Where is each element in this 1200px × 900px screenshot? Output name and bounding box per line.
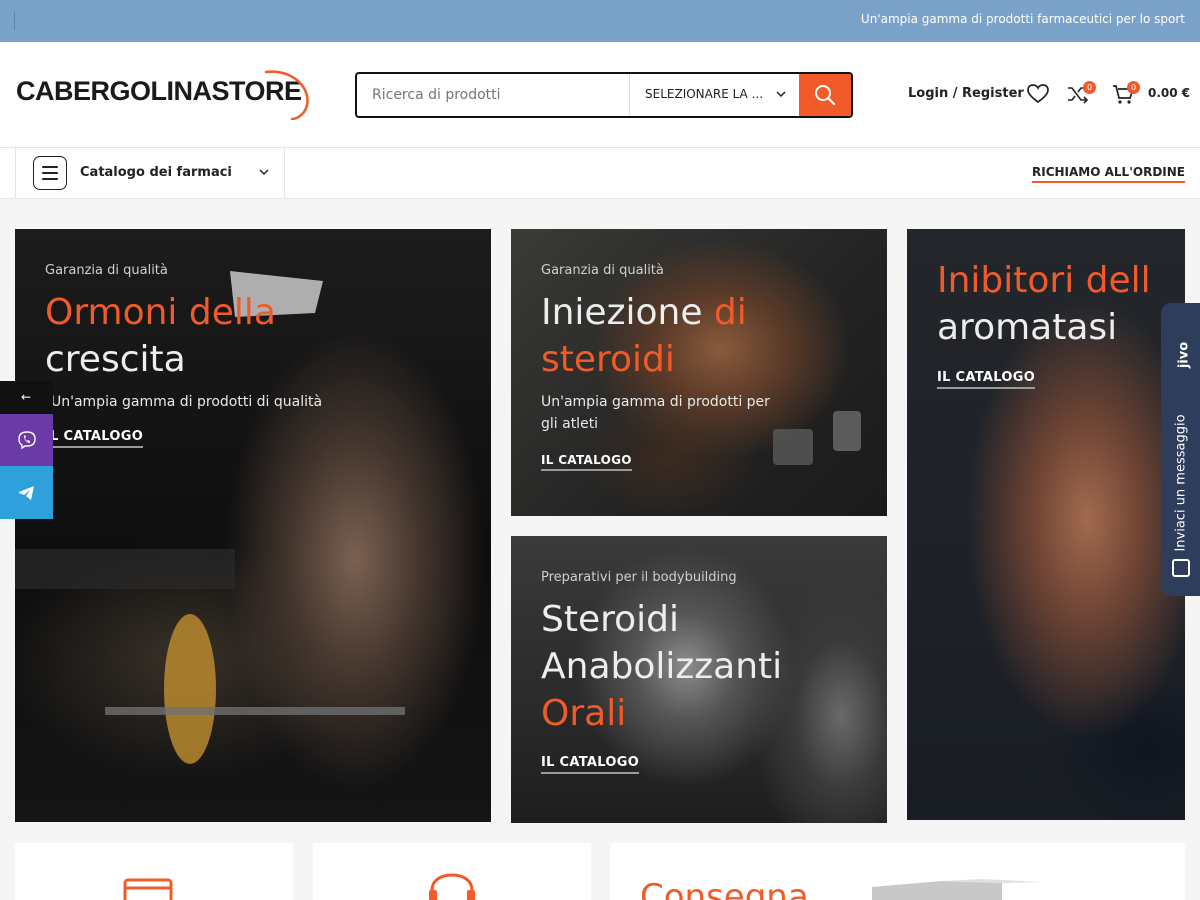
- banner-oral-steroids[interactable]: Preparativi per il bodybuilding Steroidi…: [511, 536, 887, 823]
- search-input[interactable]: [357, 74, 629, 116]
- arrow-left-icon: ←: [21, 390, 32, 404]
- jivo-brand-label: jivo: [1176, 341, 1192, 369]
- banner-growth-title-highlight: Ormoni della: [45, 292, 276, 333]
- site-logo[interactable]: CABERGOLINASTORE: [16, 64, 312, 120]
- banner-injection-desc: Un'ampia gamma di prodotti per gli atlet…: [541, 391, 770, 435]
- search-form: SELEZIONARE LA ...: [355, 72, 853, 118]
- banner-growth-hormones[interactable]: Garanzia di qualità Ormoni della crescit…: [15, 229, 491, 822]
- banner-oral-title-line1: Steroidi: [541, 599, 680, 640]
- login-register-link[interactable]: Login / Register: [908, 86, 1024, 101]
- search-icon: [815, 85, 836, 106]
- banner-oral-title-highlight: Orali: [541, 693, 627, 734]
- card-icon: [123, 878, 173, 900]
- banner-aromatase-title: Inibitori dell aromatasi: [937, 257, 1151, 351]
- side-panel-toggle[interactable]: ←: [0, 381, 53, 414]
- heart-icon: [1027, 84, 1049, 104]
- headset-icon: [429, 873, 475, 900]
- banner-injection-desc-line2: gli atleti: [541, 416, 599, 432]
- viber-button[interactable]: [0, 414, 53, 466]
- telegram-icon: [18, 485, 34, 500]
- main-nav: Catalogo dei farmaci RICHIAMO ALL'ORDINE: [0, 148, 1200, 199]
- delivery-box-image: [872, 879, 1042, 900]
- catalog-dropdown-label: Catalogo dei farmaci: [80, 165, 232, 180]
- banner-injection-title-hl2: steroidi: [541, 339, 675, 380]
- banner-growth-desc: Un'ampia gamma di prodotti di qualità: [51, 394, 323, 410]
- banner-growth-cta[interactable]: IL CATALOGO: [45, 429, 144, 448]
- banner-oral-title-line2: Anabolizzanti: [541, 646, 783, 687]
- banner-growth-title: Ormoni della crescita: [45, 289, 276, 383]
- banner-growth-subtitle: Garanzia di qualità: [45, 263, 168, 278]
- top-bar-tagline: Un'ampia gamma di prodotti farmaceutici …: [860, 12, 1185, 26]
- banner-oral-cta[interactable]: IL CATALOGO: [541, 755, 640, 774]
- banner-injection-cta[interactable]: IL CATALOGO: [541, 453, 632, 471]
- catalog-dropdown[interactable]: Catalogo dei farmaci: [15, 148, 285, 198]
- search-button[interactable]: [799, 74, 851, 116]
- feature-card-payment: [15, 843, 293, 900]
- banner-aromatase-title-rest: aromatasi: [937, 307, 1118, 348]
- compare-button[interactable]: 0: [1067, 81, 1096, 108]
- banner-oral-title: Steroidi Anabolizzanti Orali: [541, 596, 782, 737]
- chevron-down-icon: [776, 91, 786, 98]
- viber-icon: [17, 431, 36, 449]
- wishlist-button[interactable]: [1027, 84, 1049, 108]
- jivo-chat-widget[interactable]: jivo Inviaci un messaggio: [1161, 303, 1200, 596]
- banner-injection-desc-line1: Un'ampia gamma di prodotti per: [541, 394, 770, 410]
- banner-aromatase-inhibitors[interactable]: Inibitori dell aromatasi IL CATALOGO: [907, 229, 1185, 820]
- compare-count-badge: 0: [1083, 81, 1096, 94]
- feature-card-delivery: Consegna: [610, 843, 1185, 900]
- delivery-title: Consegna: [640, 877, 809, 900]
- top-bar-divider: [14, 12, 15, 30]
- jivo-message-label: Inviaci un messaggio: [1173, 414, 1189, 552]
- banner-oral-subtitle: Preparativi per il bodybuilding: [541, 570, 737, 585]
- banner-injection-title-a: Iniezione: [541, 292, 714, 333]
- cart-total[interactable]: 0.00 €: [1148, 86, 1190, 100]
- banner-injection-steroids[interactable]: Garanzia di qualità Iniezione di steroid…: [511, 229, 887, 516]
- banner-aromatase-cta[interactable]: IL CATALOGO: [937, 370, 1036, 389]
- chevron-down-icon: [259, 169, 269, 176]
- banner-growth-title-rest: crescita: [45, 339, 186, 380]
- feature-card-support: [313, 843, 591, 900]
- category-select[interactable]: SELEZIONARE LA ...: [629, 74, 801, 116]
- callback-link[interactable]: RICHIAMO ALL'ORDINE: [1032, 165, 1185, 183]
- logo-swoosh-icon: [264, 70, 309, 120]
- banner-injection-subtitle: Garanzia di qualità: [541, 263, 664, 278]
- site-header: CABERGOLINASTORE SELEZIONARE LA ... Logi…: [0, 42, 1200, 148]
- cart-button[interactable]: 0: [1112, 81, 1140, 109]
- banner-aromatase-title-highlight: Inibitori dell: [937, 260, 1151, 301]
- cart-count-badge: 0: [1127, 81, 1140, 94]
- chat-icon: [1172, 559, 1190, 577]
- telegram-button[interactable]: [0, 466, 53, 519]
- banner-injection-title-hl1: di: [713, 292, 747, 333]
- top-bar: Un'ampia gamma di prodotti farmaceutici …: [0, 0, 1200, 42]
- banner-injection-title: Iniezione di steroidi: [541, 289, 747, 383]
- category-select-label: SELEZIONARE LA ...: [645, 87, 764, 101]
- menu-icon: [33, 156, 67, 190]
